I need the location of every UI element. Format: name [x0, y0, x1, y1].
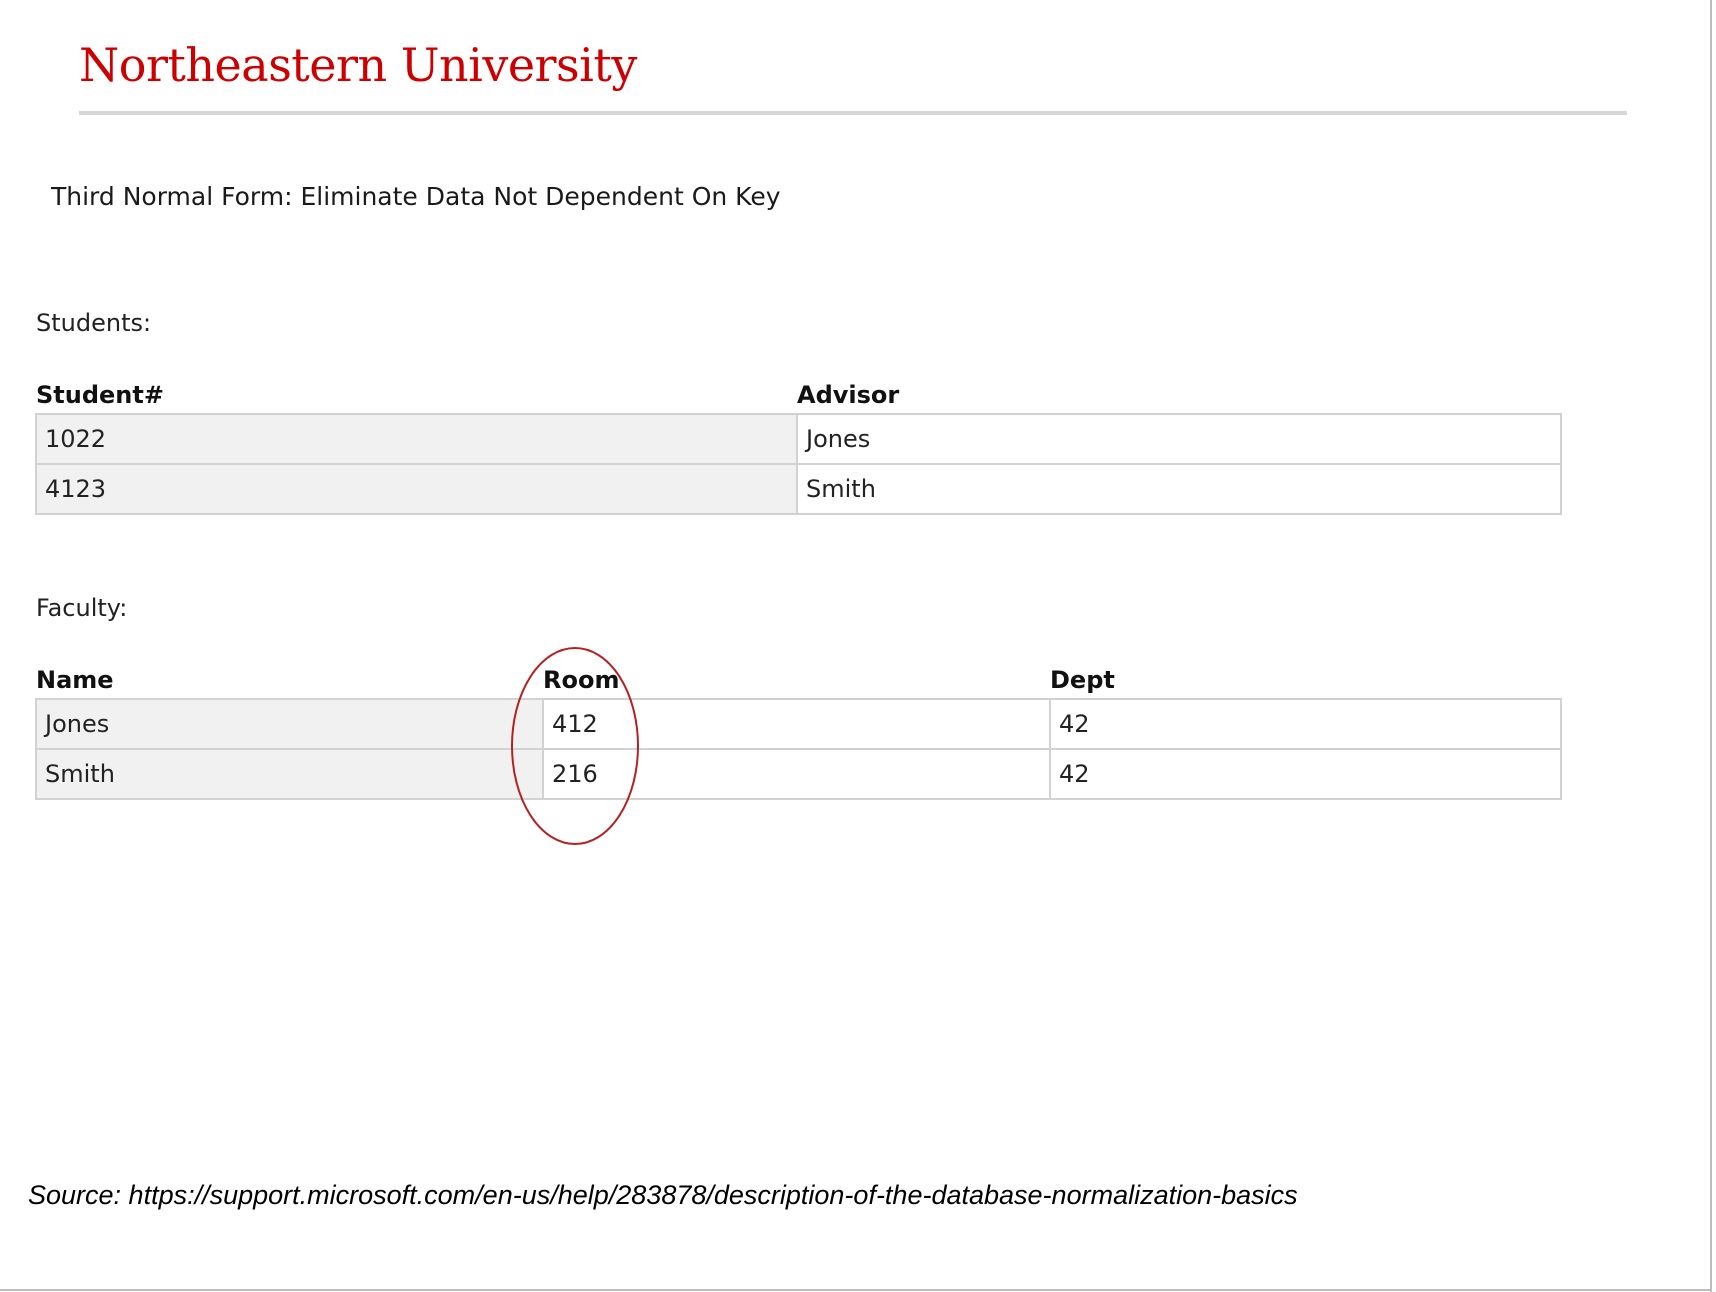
table-row: Jones 412 42: [35, 698, 1562, 750]
frame-right-edge: [1710, 0, 1712, 1292]
source-citation: Source: https://support.microsoft.com/en…: [28, 1180, 1298, 1210]
student-number-cell: 4123: [35, 463, 798, 515]
advisor-cell: Jones: [796, 413, 1562, 465]
faculty-col-name: Name: [36, 666, 114, 694]
faculty-dept-cell: 42: [1049, 698, 1562, 750]
table-row: Smith 216 42: [35, 748, 1562, 800]
table-row: 1022 Jones: [35, 413, 1562, 465]
header-divider: [79, 111, 1627, 115]
slide-heading: Third Normal Form: Eliminate Data Not De…: [51, 182, 781, 211]
students-col-student-number: Student#: [36, 381, 164, 409]
advisor-cell: Smith: [796, 463, 1562, 515]
faculty-col-dept: Dept: [1050, 666, 1115, 694]
student-number-cell: 1022: [35, 413, 798, 465]
room-column-highlight-circle: [511, 647, 639, 845]
students-table: 1022 Jones 4123 Smith: [35, 413, 1562, 515]
students-label: Students:: [36, 309, 152, 337]
faculty-table: Jones 412 42 Smith 216 42: [35, 698, 1562, 800]
faculty-name-cell: Smith: [35, 748, 544, 800]
students-col-advisor: Advisor: [797, 381, 900, 409]
faculty-name-cell: Jones: [35, 698, 544, 750]
brand-wordmark: Northeastern University: [79, 38, 637, 92]
faculty-dept-cell: 42: [1049, 748, 1562, 800]
frame-bottom-edge: [0, 1289, 1712, 1291]
table-row: 4123 Smith: [35, 463, 1562, 515]
faculty-label: Faculty:: [36, 594, 128, 622]
